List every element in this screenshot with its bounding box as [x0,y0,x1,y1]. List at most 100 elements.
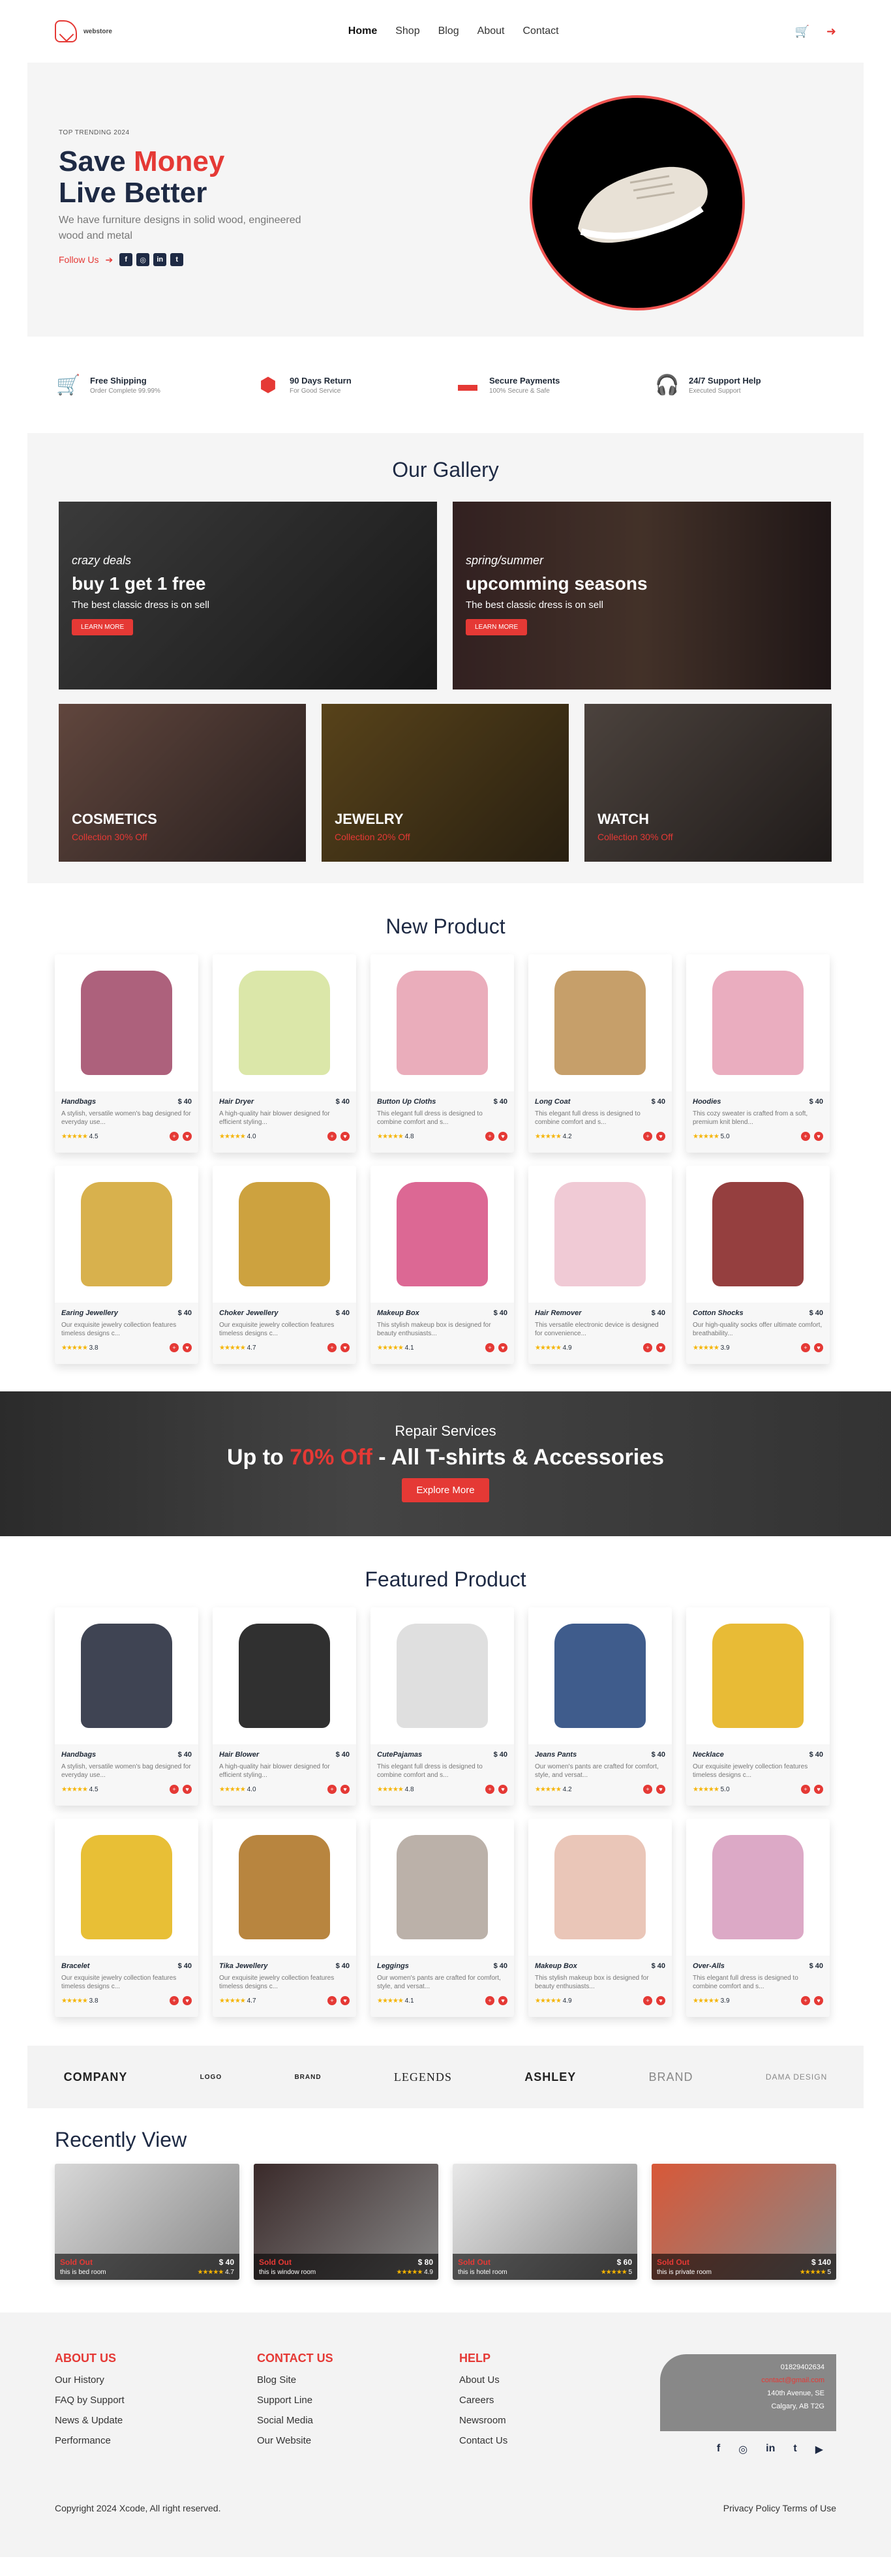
heart-icon[interactable]: ♥ [498,1996,507,2005]
heart-icon[interactable]: ♥ [183,1132,192,1141]
product-card[interactable]: Hair Blower $ 40 A high-quality hair blowe… [213,1607,356,1806]
product-card[interactable]: Leggings $ 40 Our women's pants are crafte… [370,1819,514,2017]
heart-icon[interactable]: ♥ [183,1996,192,2005]
user-icon[interactable]: ➜ [826,25,836,38]
heart-icon[interactable]: ♥ [340,1343,350,1352]
product-card[interactable]: Long Coat $ 40 This elegant full dress is … [528,954,672,1153]
learn-more-button[interactable]: LEARN MORE [466,619,528,635]
recent-card[interactable]: Sold Out $ 140 this is private room ★★★★★ 5 [652,2164,836,2280]
footer-link[interactable]: Our Website [257,2435,459,2446]
heart-icon[interactable]: ♥ [656,1132,665,1141]
heart-icon[interactable]: ♥ [498,1343,507,1352]
footer-link[interactable]: Performance [55,2435,257,2446]
add-to-cart-icon[interactable]: + [327,1996,337,2005]
add-to-cart-icon[interactable]: + [170,1785,179,1794]
footer-link[interactable]: Social Media [257,2415,459,2426]
heart-icon[interactable]: ♥ [656,1785,665,1794]
facebook-icon[interactable]: f [717,2443,720,2456]
footer-link[interactable]: News & Update [55,2415,257,2426]
product-card[interactable]: Hair Remover $ 40 This versatile electroni… [528,1166,672,1364]
footer-link[interactable]: Careers [459,2395,661,2406]
product-card[interactable]: Handbags $ 40 A stylish, versatile women's… [55,954,198,1153]
product-card[interactable]: Earing Jewellery $ 40 Our exquisite jewelr… [55,1166,198,1364]
recent-card[interactable]: Sold Out $ 80 this is window room ★★★★★ 4.9 [254,2164,438,2280]
youtube-icon[interactable]: ▶ [815,2443,823,2456]
product-card[interactable]: Tika Jewellery $ 40 Our exquisite jewelry … [213,1819,356,2017]
product-card[interactable]: Handbags $ 40 A stylish, versatile women's… [55,1607,198,1806]
add-to-cart-icon[interactable]: + [801,1343,810,1352]
nav-home[interactable]: Home [348,25,377,37]
add-to-cart-icon[interactable]: + [170,1132,179,1141]
twitter-icon[interactable]: t [170,253,184,266]
instagram-icon[interactable]: ◎ [136,253,150,266]
add-to-cart-icon[interactable]: + [643,1996,652,2005]
recent-card[interactable]: Sold Out $ 60 this is hotel room ★★★★★ 5 [453,2164,637,2280]
heart-icon[interactable]: ♥ [814,1785,823,1794]
heart-icon[interactable]: ♥ [340,1996,350,2005]
add-to-cart-icon[interactable]: + [643,1785,652,1794]
gallery-card-seasons[interactable]: spring/summer upcomming seasons The best… [453,502,831,689]
product-card[interactable]: Bracelet $ 40 Our exquisite jewelry collec… [55,1819,198,2017]
footer-link[interactable]: About Us [459,2374,661,2386]
footer-link[interactable]: FAQ by Support [55,2395,257,2406]
heart-icon[interactable]: ♥ [498,1132,507,1141]
heart-icon[interactable]: ♥ [340,1785,350,1794]
product-card[interactable]: Jeans Pants $ 40 Our women's pants are cra… [528,1607,672,1806]
footer-link[interactable]: Support Line [257,2395,459,2406]
add-to-cart-icon[interactable]: + [643,1132,652,1141]
product-card[interactable]: Choker Jewellery $ 40 Our exquisite jewelr… [213,1166,356,1364]
add-to-cart-icon[interactable]: + [170,1343,179,1352]
add-to-cart-icon[interactable]: + [485,1343,494,1352]
product-card[interactable]: CutePajamas $ 40 This elegant full dress i… [370,1607,514,1806]
logo[interactable]: webstore [55,20,112,42]
add-to-cart-icon[interactable]: + [801,1996,810,2005]
policy-links[interactable]: Privacy Policy Terms of Use [723,2503,836,2513]
product-card[interactable]: Necklace $ 40 Our exquisite jewelry collec… [686,1607,830,1806]
product-card[interactable]: Cotton Shocks $ 40 Our high-quality socks … [686,1166,830,1364]
product-card[interactable]: Hair Dryer $ 40 A high-quality hair blower… [213,954,356,1153]
add-to-cart-icon[interactable]: + [485,1785,494,1794]
heart-icon[interactable]: ♥ [814,1132,823,1141]
add-to-cart-icon[interactable]: + [643,1343,652,1352]
heart-icon[interactable]: ♥ [814,1996,823,2005]
facebook-icon[interactable]: f [119,253,133,266]
add-to-cart-icon[interactable]: + [485,1132,494,1141]
add-to-cart-icon[interactable]: + [327,1343,337,1352]
learn-more-button[interactable]: LEARN MORE [72,619,134,635]
nav-shop[interactable]: Shop [395,25,419,37]
heart-icon[interactable]: ♥ [814,1343,823,1352]
recent-card[interactable]: Sold Out $ 40 this is bed room ★★★★★ 4.7 [55,2164,239,2280]
heart-icon[interactable]: ♥ [656,1996,665,2005]
add-to-cart-icon[interactable]: + [327,1785,337,1794]
heart-icon[interactable]: ♥ [656,1343,665,1352]
nav-contact[interactable]: Contact [522,25,558,37]
footer-link[interactable]: Contact Us [459,2435,661,2446]
footer-link[interactable]: Blog Site [257,2374,459,2386]
instagram-icon[interactable]: ◎ [738,2443,748,2456]
nav-about[interactable]: About [477,25,505,37]
nav-blog[interactable]: Blog [438,25,459,37]
add-to-cart-icon[interactable]: + [801,1132,810,1141]
product-card[interactable]: Over-Alls $ 40 This elegant full dress is … [686,1819,830,2017]
heart-icon[interactable]: ♥ [498,1785,507,1794]
heart-icon[interactable]: ♥ [340,1132,350,1141]
gallery-card-cosmetics[interactable]: COSMETICS Collection 30% Off [59,704,306,862]
product-card[interactable]: Hoodies $ 40 This cozy sweater is crafted … [686,954,830,1153]
product-card[interactable]: Makeup Box $ 40 This stylish makeup box is… [528,1819,672,2017]
explore-more-button[interactable]: Explore More [402,1478,489,1502]
heart-icon[interactable]: ♥ [183,1785,192,1794]
add-to-cart-icon[interactable]: + [485,1996,494,2005]
add-to-cart-icon[interactable]: + [170,1996,179,2005]
heart-icon[interactable]: ♥ [183,1343,192,1352]
footer-link[interactable]: Newsroom [459,2415,661,2426]
linkedin-icon[interactable]: in [766,2443,775,2456]
footer-link[interactable]: Our History [55,2374,257,2386]
product-card[interactable]: Makeup Box $ 40 This stylish makeup box is… [370,1166,514,1364]
twitter-icon[interactable]: t [793,2443,796,2456]
contact-email[interactable]: contact@gmail.com [672,2374,824,2387]
linkedin-icon[interactable]: in [153,253,167,266]
gallery-card-watch[interactable]: WATCH Collection 30% Off [584,704,832,862]
add-to-cart-icon[interactable]: + [801,1785,810,1794]
gallery-card-deals[interactable]: crazy deals buy 1 get 1 free The best cl… [59,502,437,689]
add-to-cart-icon[interactable]: + [327,1132,337,1141]
